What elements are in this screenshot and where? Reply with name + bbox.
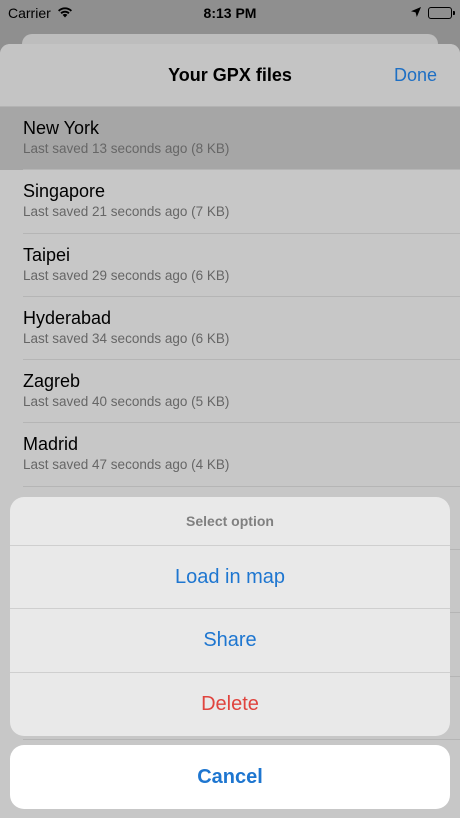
file-row[interactable]: Singapore Last saved 21 seconds ago (7 K…: [0, 170, 460, 234]
status-right: [410, 5, 455, 21]
carrier-label: Carrier: [8, 5, 51, 21]
file-name: Singapore: [23, 181, 106, 202]
file-name: Taipei: [23, 244, 71, 265]
load-in-map-button[interactable]: Load in map: [10, 546, 450, 610]
location-arrow-icon: [410, 5, 422, 21]
status-left: Carrier: [8, 5, 73, 21]
file-meta: Last saved 34 seconds ago (6 KB): [23, 330, 230, 346]
file-meta: Last saved 29 seconds ago (6 KB): [23, 267, 230, 283]
action-sheet-title: Select option: [10, 497, 450, 546]
share-button[interactable]: Share: [10, 609, 450, 673]
file-row[interactable]: Taipei Last saved 29 seconds ago (6 KB): [0, 233, 460, 298]
battery-icon: [428, 7, 455, 19]
file-row[interactable]: Madrid Last saved 47 seconds ago (4 KB): [0, 423, 460, 488]
file-meta: Last saved 47 seconds ago (4 KB): [23, 457, 230, 473]
delete-button[interactable]: Delete: [10, 673, 450, 736]
file-meta: Last saved 13 seconds ago (8 KB): [23, 141, 230, 156]
file-name: Madrid: [23, 434, 79, 455]
cancel-button[interactable]: Cancel: [10, 745, 450, 809]
file-row[interactable]: New York Last saved 13 seconds ago (8 KB…: [0, 107, 460, 171]
file-meta: Last saved 40 seconds ago (5 KB): [23, 394, 230, 410]
nav-bar: Your GPX files Done: [0, 44, 460, 107]
page-title: Your GPX files: [168, 64, 292, 85]
file-name: Hyderabad: [23, 307, 112, 328]
file-name: New York: [23, 118, 100, 138]
wifi-icon: [57, 5, 73, 21]
file-meta: Last saved 21 seconds ago (7 KB): [23, 204, 230, 220]
action-sheet: Select option Load in map Share Delete: [10, 497, 450, 736]
file-row[interactable]: Hyderabad Last saved 34 seconds ago (6 K…: [0, 296, 460, 361]
status-bar: Carrier 8:13 PM: [0, 0, 460, 26]
done-button[interactable]: Done: [394, 65, 437, 86]
file-row[interactable]: Zagreb Last saved 40 seconds ago (5 KB): [0, 360, 460, 424]
file-name: Zagreb: [23, 371, 81, 392]
